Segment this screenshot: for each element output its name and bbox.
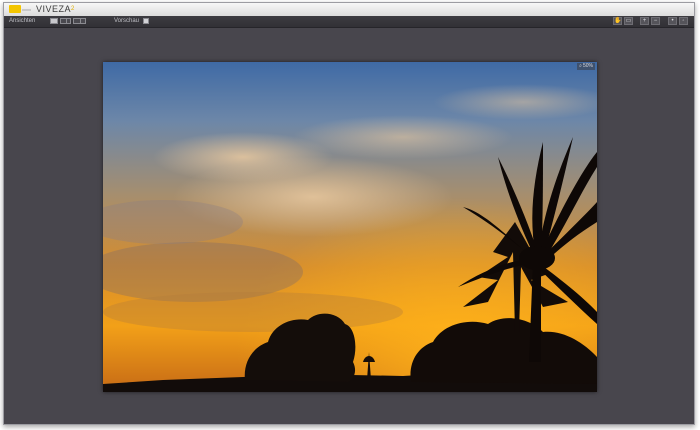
nik-logo-icon	[9, 5, 21, 13]
magnifier-icon: ⌕	[579, 63, 582, 69]
sunset-photo[interactable]: ⌕50%	[103, 62, 597, 392]
preview-label: Vorschau	[114, 18, 140, 24]
view-label: Ansichten	[9, 18, 36, 24]
zoom-level: 50%	[582, 63, 593, 69]
zoom-out-icon[interactable]: −	[651, 17, 660, 25]
title-bar: VIVEZA2	[4, 3, 694, 17]
zoom-indicator: ⌕50%	[577, 63, 595, 70]
remove-point-icon[interactable]: ◦	[679, 17, 688, 25]
app-title: VIVEZA2	[36, 4, 75, 15]
preview-checkbox[interactable]	[143, 18, 149, 24]
split-view-button[interactable]	[60, 18, 71, 24]
single-view-button[interactable]	[50, 18, 58, 24]
hand-tool-icon[interactable]: ✋	[613, 17, 622, 25]
app-window: VIVEZA2 Ansichten Vorschau ✋ ▭ + − • ◦ ⌕…	[3, 2, 695, 425]
add-point-icon[interactable]: •	[668, 17, 677, 25]
app-name: VIVEZA	[36, 4, 72, 14]
nik-logo-subtext	[22, 9, 31, 11]
side-by-side-view-button[interactable]	[73, 18, 86, 24]
zoom-in-icon[interactable]: +	[640, 17, 649, 25]
selection-tool-icon[interactable]: ▭	[624, 17, 633, 25]
app-version: 2	[71, 6, 75, 12]
image-canvas[interactable]: ⌕50%	[4, 28, 694, 424]
photo-graphic	[103, 62, 597, 392]
top-toolbar: Ansichten Vorschau ✋ ▭ + − • ◦	[4, 16, 694, 28]
